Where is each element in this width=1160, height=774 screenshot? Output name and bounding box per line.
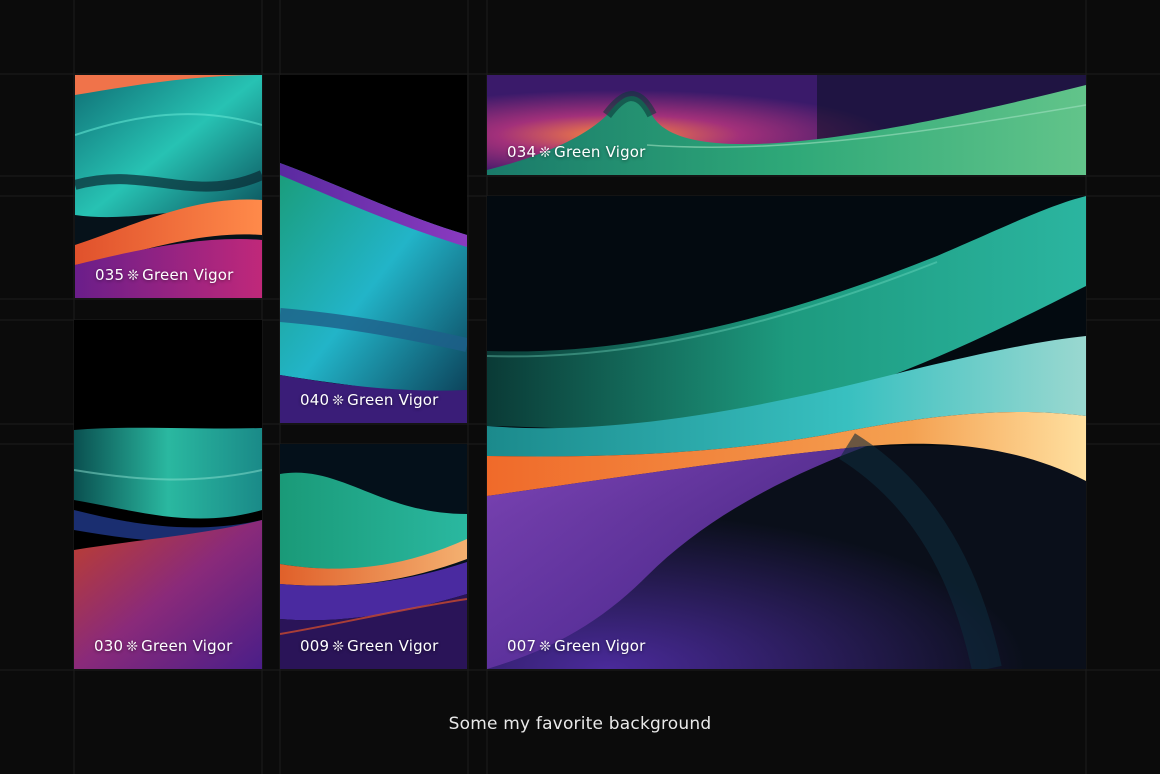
- wave-artwork: [74, 320, 262, 669]
- background-tile-034[interactable]: 034 ❊ Green Vigor: [487, 75, 1086, 175]
- background-tile-035[interactable]: 035 ❊ Green Vigor: [75, 75, 262, 298]
- wave-artwork: [75, 75, 262, 298]
- tile-caption: 034 ❊ Green Vigor: [507, 143, 646, 161]
- sparkle-icon: ❊: [332, 393, 345, 409]
- background-tile-009[interactable]: 009 ❊ Green Vigor: [280, 444, 467, 669]
- tile-caption: 035 ❊ Green Vigor: [95, 266, 234, 284]
- wave-artwork: [487, 196, 1086, 669]
- sparkle-icon: ❊: [332, 639, 345, 655]
- background-tile-030[interactable]: 030 ❊ Green Vigor: [74, 320, 262, 669]
- tile-caption: 009 ❊ Green Vigor: [300, 637, 439, 655]
- background-tile-007[interactable]: 007 ❊ Green Vigor: [487, 196, 1086, 669]
- gallery-canvas: 035 ❊ Green Vigor 040 ❊ Green Vigor 034 …: [0, 0, 1160, 774]
- sparkle-icon: ❊: [126, 639, 139, 655]
- tile-caption: 007 ❊ Green Vigor: [507, 637, 646, 655]
- wave-artwork: [280, 75, 467, 423]
- sparkle-icon: ❊: [539, 145, 552, 161]
- tile-caption: 030 ❊ Green Vigor: [94, 637, 233, 655]
- tile-caption: 040 ❊ Green Vigor: [300, 391, 439, 409]
- wave-artwork: [280, 444, 467, 669]
- background-tile-040[interactable]: 040 ❊ Green Vigor: [280, 75, 467, 423]
- footer-caption: Some my favorite background: [448, 714, 712, 734]
- sparkle-icon: ❊: [127, 268, 140, 284]
- sparkle-icon: ❊: [539, 639, 552, 655]
